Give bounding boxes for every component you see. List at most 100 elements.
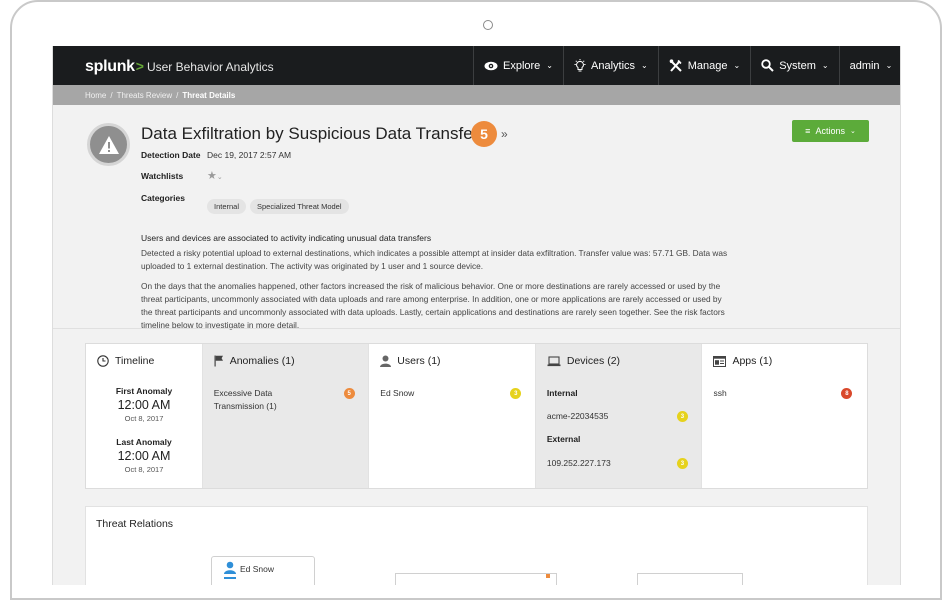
user-icon <box>380 355 392 367</box>
threat-score-badge: 5 <box>471 121 497 147</box>
anomaly-item-count: Transmission (1) <box>213 401 277 411</box>
nav-system[interactable]: System ⌄ <box>750 46 838 85</box>
categories-label: Categories <box>141 193 185 203</box>
nav-analytics[interactable]: Analytics ⌄ <box>563 46 658 85</box>
description-line: threat participants, uncommonly associat… <box>141 294 722 304</box>
app-item[interactable]: ssh <box>713 387 726 400</box>
devices-count: (2) <box>607 355 621 367</box>
breadcrumb-current: Threat Details <box>182 90 236 100</box>
device-item[interactable]: 109.252.227.173 <box>547 457 611 470</box>
breadcrumb-home[interactable]: Home <box>85 91 106 100</box>
detection-date-label: Detection Date <box>141 150 201 160</box>
apps-count: (1) <box>759 355 773 367</box>
flag-icon <box>214 355 224 367</box>
apps-card[interactable]: Apps (1) ssh 8 <box>702 344 867 488</box>
breadcrumb: Home / Threats Review / Threat Details <box>53 85 900 105</box>
nav-manage[interactable]: Manage ⌄ <box>657 46 750 85</box>
page-title: Data Exfiltration by Suspicious Data Tra… <box>141 124 479 143</box>
last-anomaly-time: 12:00 AM <box>117 449 171 463</box>
relation-node[interactable] <box>637 573 743 585</box>
anomalies-title-label: Anomalies <box>229 355 279 367</box>
device-score-badge: 3 <box>676 458 688 469</box>
breadcrumb-separator: / <box>176 90 179 100</box>
threat-relations-title: Threat Relations <box>96 518 174 530</box>
description-line: On the days that the anomalies happened,… <box>141 281 721 291</box>
chevron-down-icon: ⌄ <box>546 61 553 70</box>
node-underline <box>224 577 236 579</box>
menu-icon: ≡ <box>805 126 811 136</box>
relation-node[interactable] <box>395 573 557 585</box>
search-icon <box>761 59 774 72</box>
nav-menu: Explore ⌄ Analytics ⌄ Manage ⌄ System ⌄ … <box>473 46 900 85</box>
devices-external-label: External <box>546 434 581 444</box>
description-line: timeline below to investigate in more de… <box>141 320 300 330</box>
last-anomaly-date: Oct 8, 2017 <box>124 465 164 474</box>
users-card[interactable]: Users (1) Ed Snow 3 <box>369 344 536 488</box>
chevron-down-icon: ⌄ <box>821 61 829 70</box>
actions-label: Actions <box>815 126 845 136</box>
node-marker <box>546 574 550 578</box>
app-score-badge: 8 <box>841 388 853 399</box>
breadcrumb-threats-review[interactable]: Threats Review <box>117 91 173 100</box>
last-anomaly: Last Anomaly 12:00 AM Oct 8, 2017 <box>86 437 202 474</box>
timeline-title: Timeline <box>97 355 154 367</box>
first-anomaly: First Anomaly 12:00 AM Oct 8, 2017 <box>86 386 202 423</box>
relation-node-user[interactable]: Ed Snow <box>211 556 315 585</box>
detection-date-value: Dec 19, 2017 2:57 AM <box>207 150 292 160</box>
chevron-down-icon: ⌄ <box>885 61 893 70</box>
description-line: Detected a risky potential upload to ext… <box>141 248 728 258</box>
app-window-icon <box>713 355 727 367</box>
risk-description: On the days that the anomalies happened,… <box>141 280 796 332</box>
tools-icon <box>669 59 683 72</box>
nav-explore-label: Explore <box>503 59 541 72</box>
nav-admin[interactable]: admin ⌄ <box>838 46 900 85</box>
category-tag[interactable]: Specialized Threat Model <box>250 199 349 214</box>
user-item[interactable]: Ed Snow <box>380 387 414 400</box>
summary-cards: Timeline First Anomaly 12:00 AM Oct 8, 2… <box>85 343 868 489</box>
threat-header: Data Exfiltration by Suspicious Data Tra… <box>53 105 900 330</box>
chevron-down-icon: ⌄ <box>733 61 741 70</box>
clock-icon <box>97 355 109 367</box>
devices-card[interactable]: Devices (2) Internal acme-22034535 3 Ext… <box>535 344 703 488</box>
actions-button[interactable]: ≡ Actions ⌄ <box>792 120 869 142</box>
nav-system-label: System <box>779 59 816 72</box>
category-tag[interactable]: Internal <box>207 199 247 214</box>
star-icon[interactable]: ★⌄ <box>207 169 223 182</box>
first-anomaly-time: 12:00 AM <box>117 398 171 412</box>
users-title-label: Users <box>397 355 425 367</box>
splunk-logo: splunk <box>85 58 135 75</box>
device-item[interactable]: acme-22034535 <box>547 410 608 423</box>
first-anomaly-label: First Anomaly <box>115 386 173 396</box>
laptop-icon <box>547 355 561 367</box>
last-anomaly-label: Last Anomaly <box>116 437 172 447</box>
chevron-down-icon: ⌄ <box>849 128 856 135</box>
threat-summary: Users and devices are associated to acti… <box>141 233 432 243</box>
eye-icon <box>484 61 498 71</box>
brand-separator: > <box>135 58 144 74</box>
nav-explore[interactable]: Explore ⌄ <box>473 46 563 85</box>
anomalies-card[interactable]: Anomalies (1) Excessive Data Transmissio… <box>202 344 370 488</box>
watchlists-label: Watchlists <box>141 171 184 181</box>
nav-admin-label: admin <box>849 59 880 72</box>
apps-title: Apps (1) <box>713 355 772 367</box>
apps-title-label: Apps <box>732 355 757 367</box>
lightbulb-icon <box>574 58 586 73</box>
relation-node-label: Ed Snow <box>240 564 275 574</box>
anomaly-item[interactable]: Excessive Data Transmission (1) <box>214 387 277 413</box>
users-count: (1) <box>427 355 441 367</box>
expand-icon[interactable]: » <box>501 127 508 141</box>
camera-dot <box>483 20 493 30</box>
warning-icon <box>87 123 130 166</box>
devices-internal-label: Internal <box>546 388 578 398</box>
section-divider <box>53 328 900 329</box>
user-score-badge: 3 <box>510 388 522 399</box>
threat-relations-panel: Threat Relations Ed Snow <box>85 506 868 585</box>
devices-title: Devices (2) <box>547 355 620 367</box>
timeline-card: Timeline First Anomaly 12:00 AM Oct 8, 2… <box>86 344 203 488</box>
anomaly-item-name: Excessive Data <box>213 388 273 398</box>
threat-description: Detected a risky potential upload to ext… <box>141 247 796 273</box>
chevron-down-icon: ⌄ <box>641 61 648 70</box>
brand[interactable]: splunk > User Behavior Analytics <box>85 58 274 76</box>
nav-analytics-label: Analytics <box>591 59 636 72</box>
anomalies-count: (1) <box>281 355 295 367</box>
